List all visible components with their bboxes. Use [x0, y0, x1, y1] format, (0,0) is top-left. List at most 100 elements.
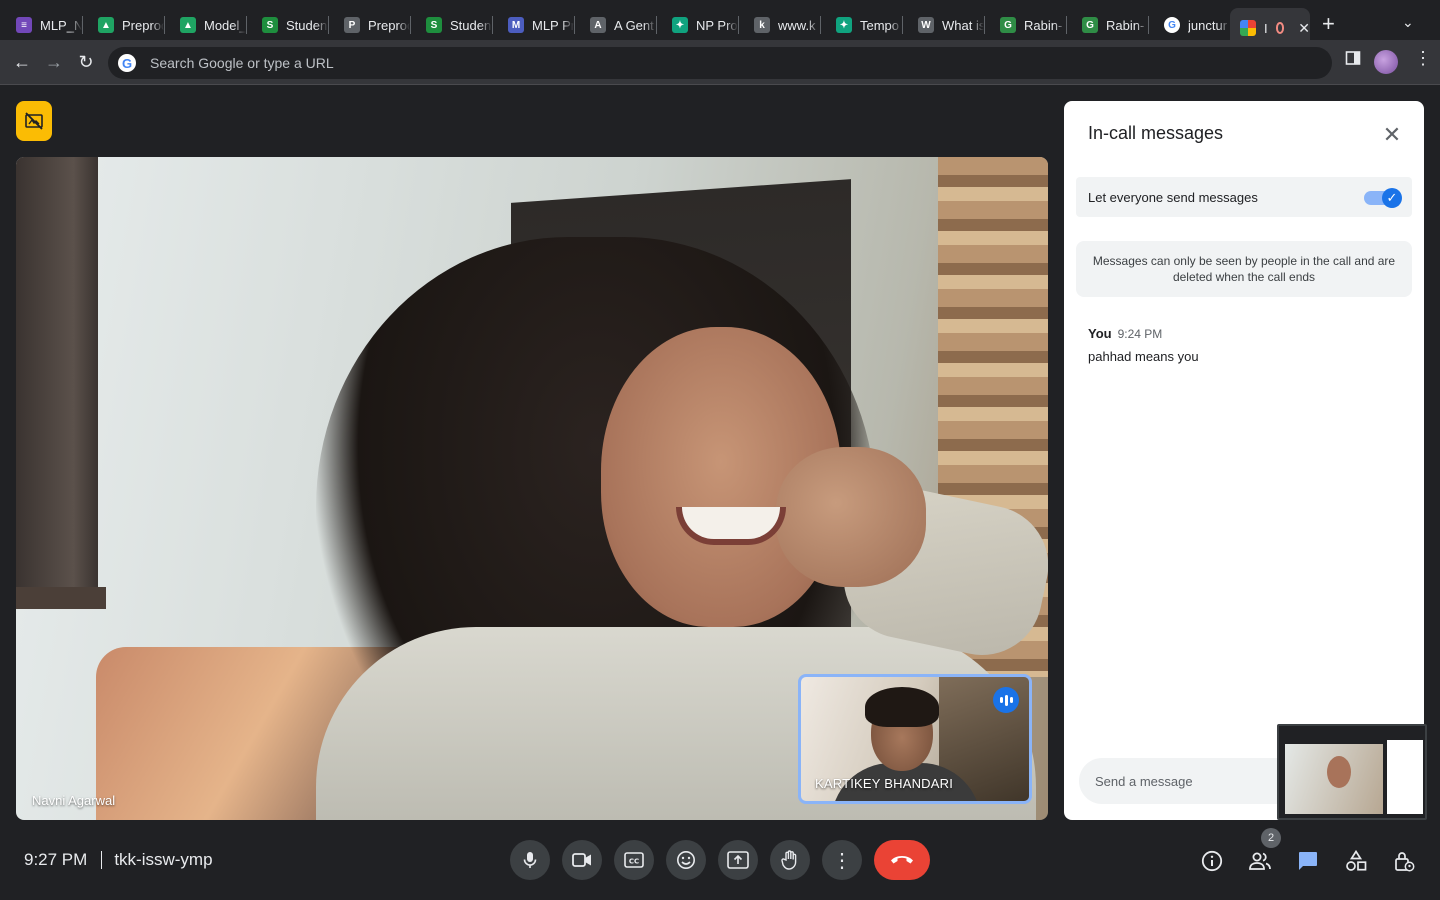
forms-icon: ≡ — [16, 17, 32, 33]
let-everyone-send-toggle[interactable]: ✓ — [1364, 187, 1402, 208]
forward-icon[interactable]: → — [42, 50, 66, 74]
browser-toolbar: ← → ↻ G ⋮ — [0, 40, 1440, 85]
site-icon: W — [918, 17, 934, 33]
background-shelf — [16, 587, 106, 609]
self-participant-name: KARTIKEY BHANDARI — [815, 776, 954, 791]
tab-1[interactable]: ≡ MLP_N — [0, 8, 82, 42]
gfg-icon: G — [1000, 17, 1016, 33]
tab-title: Rabin- — [1024, 17, 1063, 33]
raise-hand-button[interactable] — [770, 840, 810, 880]
leave-call-button[interactable] — [874, 840, 930, 880]
message-text: pahhad means you — [1088, 349, 1199, 364]
tab-title: Model_ — [204, 17, 246, 33]
host-controls-icon[interactable] — [1391, 848, 1417, 874]
tab-13[interactable]: G Rabin- — [984, 8, 1066, 42]
chat-title: In-call messages — [1088, 123, 1224, 143]
chatgpt-icon: ✦ — [672, 17, 688, 33]
site-icon: P — [344, 17, 360, 33]
drive-icon: ▲ — [180, 17, 196, 33]
tab-2[interactable]: ▲ Preproc — [82, 8, 164, 42]
present-screen-icon — [727, 851, 749, 869]
tab-14[interactable]: G Rabin- — [1066, 8, 1148, 42]
preview-face — [1327, 756, 1351, 788]
tab-search-chevron-icon[interactable]: ⌄ — [1402, 14, 1414, 31]
site-icon: S — [426, 17, 442, 33]
meeting-details-icon[interactable] — [1199, 848, 1225, 874]
video-off-icon — [25, 112, 43, 130]
tab-7[interactable]: M MLP Pr — [492, 8, 574, 42]
meeting-time: 9:27 PM — [24, 850, 88, 869]
preview-panel — [1387, 740, 1423, 814]
chat-icon[interactable] — [1295, 848, 1321, 874]
camera-icon — [572, 853, 591, 867]
drive-icon: ▲ — [98, 17, 114, 33]
tab-9[interactable]: ✦ NP Pro — [656, 8, 738, 42]
check-icon: ✓ — [1382, 188, 1402, 208]
tab-title: MLP Pr — [532, 17, 574, 33]
people-icon[interactable] — [1247, 848, 1273, 874]
tab-title: Preproc — [122, 17, 164, 33]
tab-title: I — [1264, 20, 1268, 36]
tab-title: Studen — [450, 17, 492, 33]
reactions-button[interactable] — [666, 840, 706, 880]
tab-10[interactable]: k www.k — [738, 8, 820, 42]
site-icon: A — [590, 17, 606, 33]
profile-avatar[interactable] — [1374, 50, 1398, 74]
tab-15[interactable]: Gjunctur — [1148, 8, 1230, 42]
self-hair — [865, 687, 939, 727]
tab-title: junctur — [1188, 17, 1228, 33]
meeting-info: 9:27 PM tkk-issw-ymp — [24, 850, 213, 870]
back-icon[interactable]: ← — [10, 50, 34, 74]
hang-up-icon — [891, 856, 913, 864]
message-time: 9:24 PM — [1117, 327, 1163, 341]
screen-preview-thumbnail[interactable] — [1277, 724, 1427, 820]
meet-stage: Navni Agarwal KARTIKEY BHANDARI In-call … — [0, 86, 1440, 900]
chat-message: You 9:24 PM pahhad means you — [1088, 325, 1199, 364]
tab-title: Studen — [286, 17, 328, 33]
background-door — [16, 157, 98, 597]
reload-icon[interactable]: ↻ — [74, 50, 98, 74]
omnibox[interactable]: G — [108, 47, 1332, 79]
tab-title: Tempo — [860, 17, 900, 33]
google-icon: G — [1164, 17, 1180, 33]
tab-3[interactable]: ▲ Model_ — [164, 8, 246, 42]
new-tab-button[interactable]: + — [1322, 13, 1335, 35]
let-everyone-send-row: Let everyone send messages ✓ — [1076, 177, 1412, 217]
more-options-icon[interactable]: ⋮ — [822, 840, 862, 880]
tab-title: MLP_N — [40, 17, 82, 33]
browser-menu-icon[interactable]: ⋮ — [1414, 49, 1432, 67]
google-icon: G — [118, 54, 136, 72]
camera-button[interactable] — [562, 840, 602, 880]
site-icon: S — [262, 17, 278, 33]
tab-4[interactable]: S Studen — [246, 8, 328, 42]
tab-title: What is — [942, 17, 984, 33]
meeting-code: tkk-issw-ymp — [114, 850, 213, 869]
microphone-button[interactable] — [510, 840, 550, 880]
side-panel-icon[interactable] — [1345, 50, 1361, 71]
tab-title: www.k — [778, 17, 816, 33]
camera-warning-badge[interactable] — [16, 101, 52, 141]
tab-8[interactable]: A A Gent — [574, 8, 656, 42]
chat-panel: In-call messages ✕ Let everyone send mes… — [1064, 101, 1424, 820]
tab-title: Preproc — [368, 17, 410, 33]
recording-icon — [1275, 22, 1285, 34]
captions-button[interactable]: CC — [614, 840, 654, 880]
self-video-tile[interactable]: KARTIKEY BHANDARI — [798, 674, 1032, 804]
tab-5[interactable]: P Preproc — [328, 8, 410, 42]
meet-icon — [1240, 20, 1256, 36]
site-icon: k — [754, 17, 770, 33]
tab-11[interactable]: ✦ Tempo — [820, 8, 902, 42]
tab-6[interactable]: S Studen — [410, 8, 492, 42]
divider — [101, 851, 103, 869]
tab-12[interactable]: W What is — [902, 8, 984, 42]
gfg-icon: G — [1082, 17, 1098, 33]
site-icon: M — [508, 17, 524, 33]
present-screen-button[interactable] — [718, 840, 758, 880]
close-tab-icon[interactable]: ✕ — [1298, 20, 1310, 37]
activities-icon[interactable] — [1343, 848, 1369, 874]
microphone-icon — [523, 852, 537, 868]
omnibox-input[interactable] — [150, 55, 1250, 71]
people-count-badge: 2 — [1261, 828, 1281, 848]
tab-title: A Gent — [614, 17, 654, 33]
close-chat-icon[interactable]: ✕ — [1378, 121, 1406, 149]
